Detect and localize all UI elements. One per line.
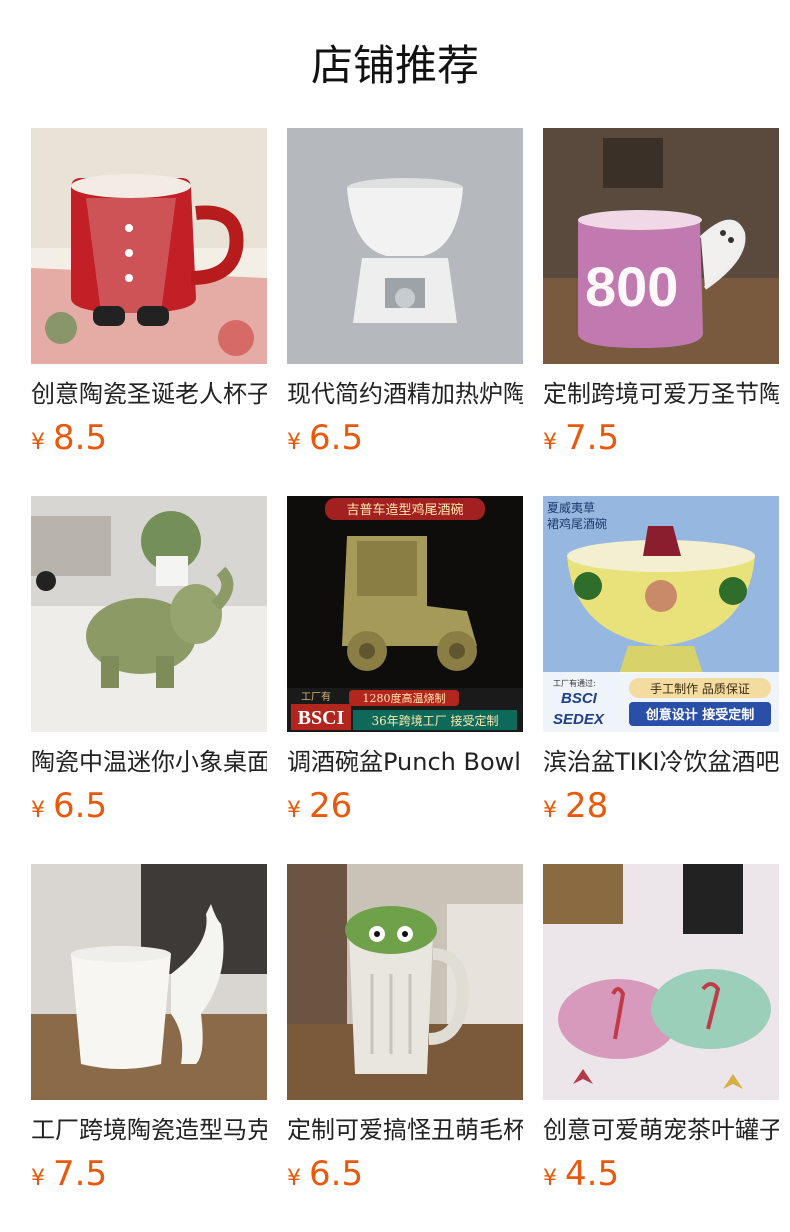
tiki-tag-2: 创意设计 接受定制	[645, 707, 755, 723]
product-image[interactable]	[287, 128, 523, 364]
product-name[interactable]: 定制跨境可爱万圣节陶瓷	[543, 376, 779, 412]
product-price: ¥26	[287, 784, 523, 828]
product-name[interactable]: 滨治盆TIKI冷饮盆酒吧	[543, 744, 779, 780]
page-title: 店铺推荐	[310, 41, 479, 90]
product-name[interactable]: 现代简约酒精加热炉陶瓷	[287, 376, 523, 412]
product-card-trashcan-mug[interactable]: 定制可爱搞怪丑萌毛杯子 ¥6.5	[287, 864, 523, 1196]
jeep-bsci: BSCI	[298, 707, 345, 729]
product-price: ¥8.5	[31, 416, 267, 460]
price-value: 7.5	[53, 1154, 108, 1194]
product-image[interactable]	[31, 128, 267, 364]
currency-symbol: ¥	[287, 430, 301, 455]
price-value: 6.5	[53, 786, 108, 826]
price-value: 7.5	[565, 418, 620, 458]
jeep-temp: 1280度高温烧制	[363, 691, 446, 705]
price-value: 4.5	[565, 1154, 620, 1194]
product-price: ¥28	[543, 784, 779, 828]
tiki-sedex: SEDEX	[553, 711, 605, 728]
currency-symbol: ¥	[31, 430, 45, 455]
product-image[interactable]	[31, 496, 267, 732]
product-name[interactable]: 创意陶瓷圣诞老人杯子	[31, 376, 267, 412]
currency-symbol: ¥	[543, 798, 557, 823]
currency-symbol: ¥	[287, 1166, 301, 1191]
product-price: ¥6.5	[287, 416, 523, 460]
product-card-halloween-mug[interactable]: 800 定制跨境可爱万圣节陶瓷 ¥7.5	[543, 128, 779, 460]
svg-text:800: 800	[585, 255, 678, 318]
product-price: ¥6.5	[287, 1152, 523, 1196]
price-value: 6.5	[309, 418, 364, 458]
price-value: 8.5	[53, 418, 108, 458]
product-name[interactable]: 定制可爱搞怪丑萌毛杯子	[287, 1112, 523, 1148]
product-card-elephant[interactable]: 陶瓷中温迷你小象桌面摆件 ¥6.5	[31, 496, 267, 828]
jeep-bottom: 36年跨境工厂 接受定制	[371, 713, 498, 728]
price-value: 26	[309, 786, 353, 826]
product-name[interactable]: 创意可爱萌宠茶叶罐子	[543, 1112, 779, 1148]
product-card-santa-mug[interactable]: 创意陶瓷圣诞老人杯子 ¥8.5	[31, 128, 267, 460]
product-image[interactable]: 800	[543, 128, 779, 364]
currency-symbol: ¥	[31, 798, 45, 823]
tiki-tag-1: 手工制作 品质保证	[650, 682, 750, 696]
tiki-top-2: 裙鸡尾酒碗	[547, 516, 607, 531]
currency-symbol: ¥	[543, 430, 557, 455]
product-price: ¥7.5	[31, 1152, 267, 1196]
product-card-alcohol-burner[interactable]: 现代简约酒精加热炉陶瓷 ¥6.5	[287, 128, 523, 460]
product-card-unicorn-mug[interactable]: 工厂跨境陶瓷造型马克杯 ¥7.5	[31, 864, 267, 1196]
product-image[interactable]	[543, 864, 779, 1100]
product-image[interactable]: 夏威夷草 裙鸡尾酒碗 工厂有通过: BSCI SEDEX 手工制作 品质保证 创…	[543, 496, 779, 732]
tiki-bsci: BSCI	[561, 690, 598, 707]
product-name[interactable]: 陶瓷中温迷你小象桌面摆件	[31, 744, 267, 780]
price-value: 6.5	[309, 1154, 364, 1194]
currency-symbol: ¥	[31, 1166, 45, 1191]
price-value: 28	[565, 786, 609, 826]
product-image[interactable]	[287, 864, 523, 1100]
product-name[interactable]: 调酒碗盆Punch Bowl	[287, 744, 523, 780]
product-image[interactable]	[31, 864, 267, 1100]
jeep-factory: 工厂有	[301, 690, 331, 703]
tiki-top-1: 夏威夷草	[547, 500, 595, 515]
currency-symbol: ¥	[287, 798, 301, 823]
product-price: ¥6.5	[31, 784, 267, 828]
tiki-cert: 工厂有通过:	[553, 678, 596, 688]
jeep-banner-top: 吉普车造型鸡尾酒碗	[346, 502, 463, 518]
product-card-jeep-bowl[interactable]: 吉普车造型鸡尾酒碗 工厂有 1280度高温烧制 BSCI 36年跨境工厂 接受定…	[287, 496, 523, 828]
currency-symbol: ¥	[543, 1166, 557, 1191]
product-price: ¥7.5	[543, 416, 779, 460]
product-price: ¥4.5	[543, 1152, 779, 1196]
product-card-candy-jar[interactable]: 创意可爱萌宠茶叶罐子 ¥4.5	[543, 864, 779, 1196]
product-card-tiki-bowl[interactable]: 夏威夷草 裙鸡尾酒碗 工厂有通过: BSCI SEDEX 手工制作 品质保证 创…	[543, 496, 779, 828]
product-name[interactable]: 工厂跨境陶瓷造型马克杯	[31, 1112, 267, 1148]
product-image[interactable]: 吉普车造型鸡尾酒碗 工厂有 1280度高温烧制 BSCI 36年跨境工厂 接受定…	[287, 496, 523, 732]
